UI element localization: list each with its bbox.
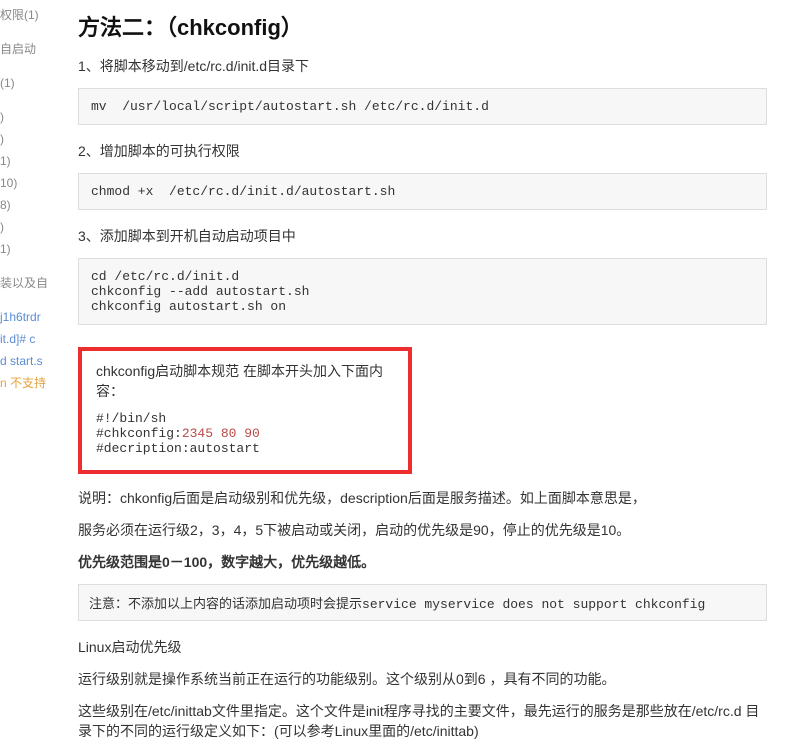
paragraph-bold: 优先级范围是0－100，数字越大，优先级越低。 <box>78 552 767 572</box>
paragraph: 这些级别在/etc/inittab文件里指定。这个文件是init程序寻找的主要文… <box>78 701 767 741</box>
note-box: 注意：不添加以上内容的话添加启动项时会提示service myservice d… <box>78 584 767 621</box>
sidebar-line: j1h6trdr <box>0 306 60 328</box>
article-main: 方法二：（chkconfig） 1、将脚本移动到/etc/rc.d/init.d… <box>60 0 787 753</box>
step-text: 1、将脚本移动到/etc/rc.d/init.d目录下 <box>78 56 767 76</box>
sidebar-line: 1) <box>0 150 60 172</box>
sidebar-line: ) <box>0 128 60 150</box>
step-text: 2、增加脚本的可执行权限 <box>78 141 767 161</box>
step-text: 3、添加脚本到开机自动启动项目中 <box>78 226 767 246</box>
sidebar-line: 装以及自 <box>0 272 60 294</box>
paragraph: 说明：chkonfig后面是启动级别和优先级，description后面是服务描… <box>78 488 767 508</box>
sidebar-line: 权限(1) <box>0 4 60 26</box>
section-heading: Linux启动优先级 <box>78 637 767 657</box>
sidebar-line: 8) <box>0 194 60 216</box>
sidebar-fragment: 权限(1) 自启动 (1) ) ) 1) 10) 8) ) 1) 装以及自 j1… <box>0 0 60 753</box>
code-block: cd /etc/rc.d/init.d chkconfig --add auto… <box>78 258 767 325</box>
code-block: chmod +x /etc/rc.d/init.d/autostart.sh <box>78 173 767 210</box>
highlight-box: chkconfig启动脚本规范 在脚本开头加入下面内容： #!/bin/sh #… <box>78 347 412 474</box>
sidebar-line: n 不支持 <box>0 372 60 394</box>
sidebar-line: ) <box>0 106 60 128</box>
note-text: 注意：不添加以上内容的话添加启动项时会提示 <box>89 596 362 611</box>
paragraph: 服务必须在运行级2，3，4，5下被启动或关闭，启动的优先级是90，停止的优先级是… <box>78 520 767 540</box>
sidebar-line: 10) <box>0 172 60 194</box>
code-block: mv /usr/local/script/autostart.sh /etc/r… <box>78 88 767 125</box>
highlight-header: chkconfig启动脚本规范 在脚本开头加入下面内容： <box>96 361 394 401</box>
highlight-code: #!/bin/sh #chkconfig:2345 80 90 #decript… <box>96 411 394 456</box>
sidebar-line: ) <box>0 216 60 238</box>
note-mono: service myservice does not support chkco… <box>362 597 705 612</box>
page-title: 方法二：（chkconfig） <box>78 10 767 42</box>
sidebar-line: (1) <box>0 72 60 94</box>
sidebar-line: it.d]# c <box>0 328 60 350</box>
sidebar-line: 1) <box>0 238 60 260</box>
sidebar-line: d start.s <box>0 350 60 372</box>
sidebar-line: 自启动 <box>0 38 60 60</box>
paragraph: 运行级别就是操作系统当前正在运行的功能级别。这个级别从0到6 ，具有不同的功能。 <box>78 669 767 689</box>
